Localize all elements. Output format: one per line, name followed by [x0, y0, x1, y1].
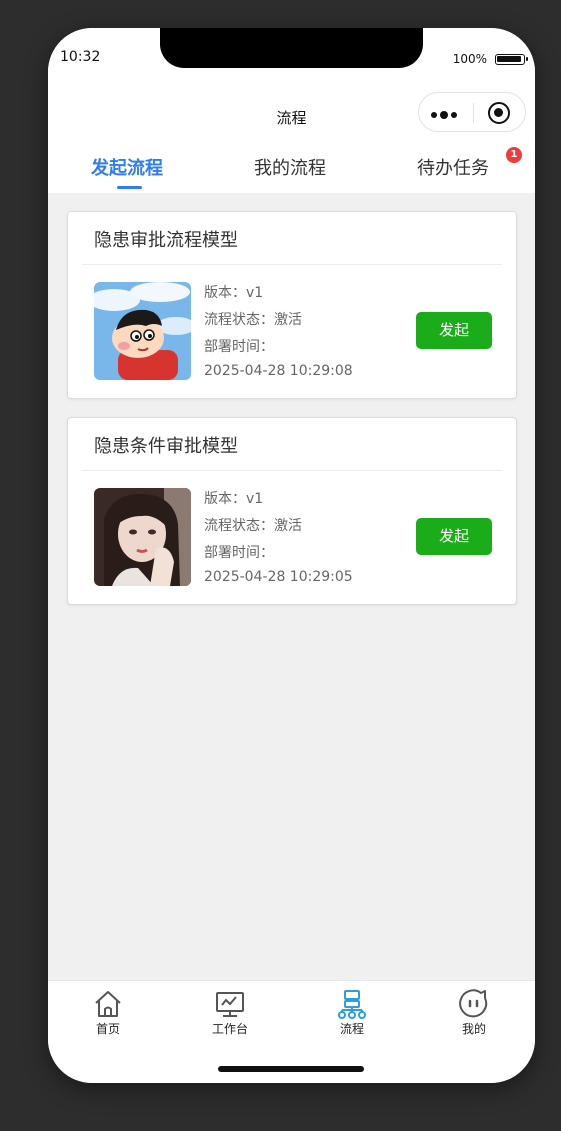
- deploy-time-value: 2025-04-28 10:29:08: [204, 363, 353, 379]
- process-version: 版本：v1: [204, 491, 264, 507]
- process-card: 隐患条件审批模型 版本：v1 流程状态：激活 部署时间： 2025-04-28 …: [67, 417, 517, 605]
- process-title: 隐患审批流程模型: [94, 230, 238, 251]
- tabbar-label: 首页: [95, 1022, 120, 1036]
- process-status: 流程状态：激活: [204, 518, 302, 534]
- deploy-time-label: 部署时间：: [204, 545, 274, 561]
- capsule-divider: [473, 103, 474, 123]
- home-indicator: [218, 1066, 364, 1072]
- process-title: 隐患条件审批模型: [94, 436, 238, 457]
- tab-todo-tasks[interactable]: 待办任务: [417, 154, 489, 180]
- process-thumbnail-cartoon: [94, 282, 191, 380]
- deploy-time-label: 部署时间：: [204, 339, 274, 355]
- face-icon: [459, 989, 488, 1018]
- mini-program-capsule: [418, 92, 526, 132]
- tab-start-process[interactable]: 发起流程: [91, 154, 163, 180]
- status-time: 10:32: [60, 49, 101, 65]
- flow-icon: [338, 990, 366, 1019]
- launch-button[interactable]: 发起: [416, 312, 492, 349]
- tabbar-label: 工作台: [211, 1022, 248, 1036]
- process-card: 隐患审批流程模型 版本：v1 流程状态：激活 部署时间： 2025-04-28 …: [67, 211, 517, 399]
- process-version: 版本：v1: [204, 285, 264, 301]
- tab-active-indicator: [117, 186, 142, 189]
- tabbar-label: 流程: [339, 1022, 364, 1036]
- tabbar-item-mine[interactable]: 我的: [434, 989, 514, 1037]
- tabbar-item-process[interactable]: 流程: [312, 989, 392, 1037]
- phone-screen: 10:32 100% 流程 发起流程 我的流程 待办任务 1 隐患审批流程模型: [48, 28, 535, 1083]
- deploy-time-value: 2025-04-28 10:29:05: [204, 569, 353, 585]
- notch: [160, 28, 423, 68]
- tab-my-process[interactable]: 我的流程: [254, 154, 326, 180]
- launch-button[interactable]: 发起: [416, 518, 492, 555]
- process-thumbnail-portrait: [94, 488, 191, 586]
- todo-badge: 1: [506, 147, 522, 163]
- close-target-icon[interactable]: [488, 102, 510, 124]
- card-divider: [82, 264, 502, 265]
- home-icon: [95, 991, 121, 1017]
- process-status: 流程状态：激活: [204, 312, 302, 328]
- monitor-icon: [216, 992, 244, 1017]
- more-icon[interactable]: [431, 111, 457, 119]
- tabbar-label: 我的: [461, 1022, 486, 1036]
- tabbar-item-workbench[interactable]: 工作台: [190, 989, 270, 1037]
- battery-percent: 100%: [452, 52, 487, 66]
- battery-icon: [495, 54, 528, 65]
- card-divider: [82, 470, 502, 471]
- tabbar-item-home[interactable]: 首页: [68, 989, 148, 1037]
